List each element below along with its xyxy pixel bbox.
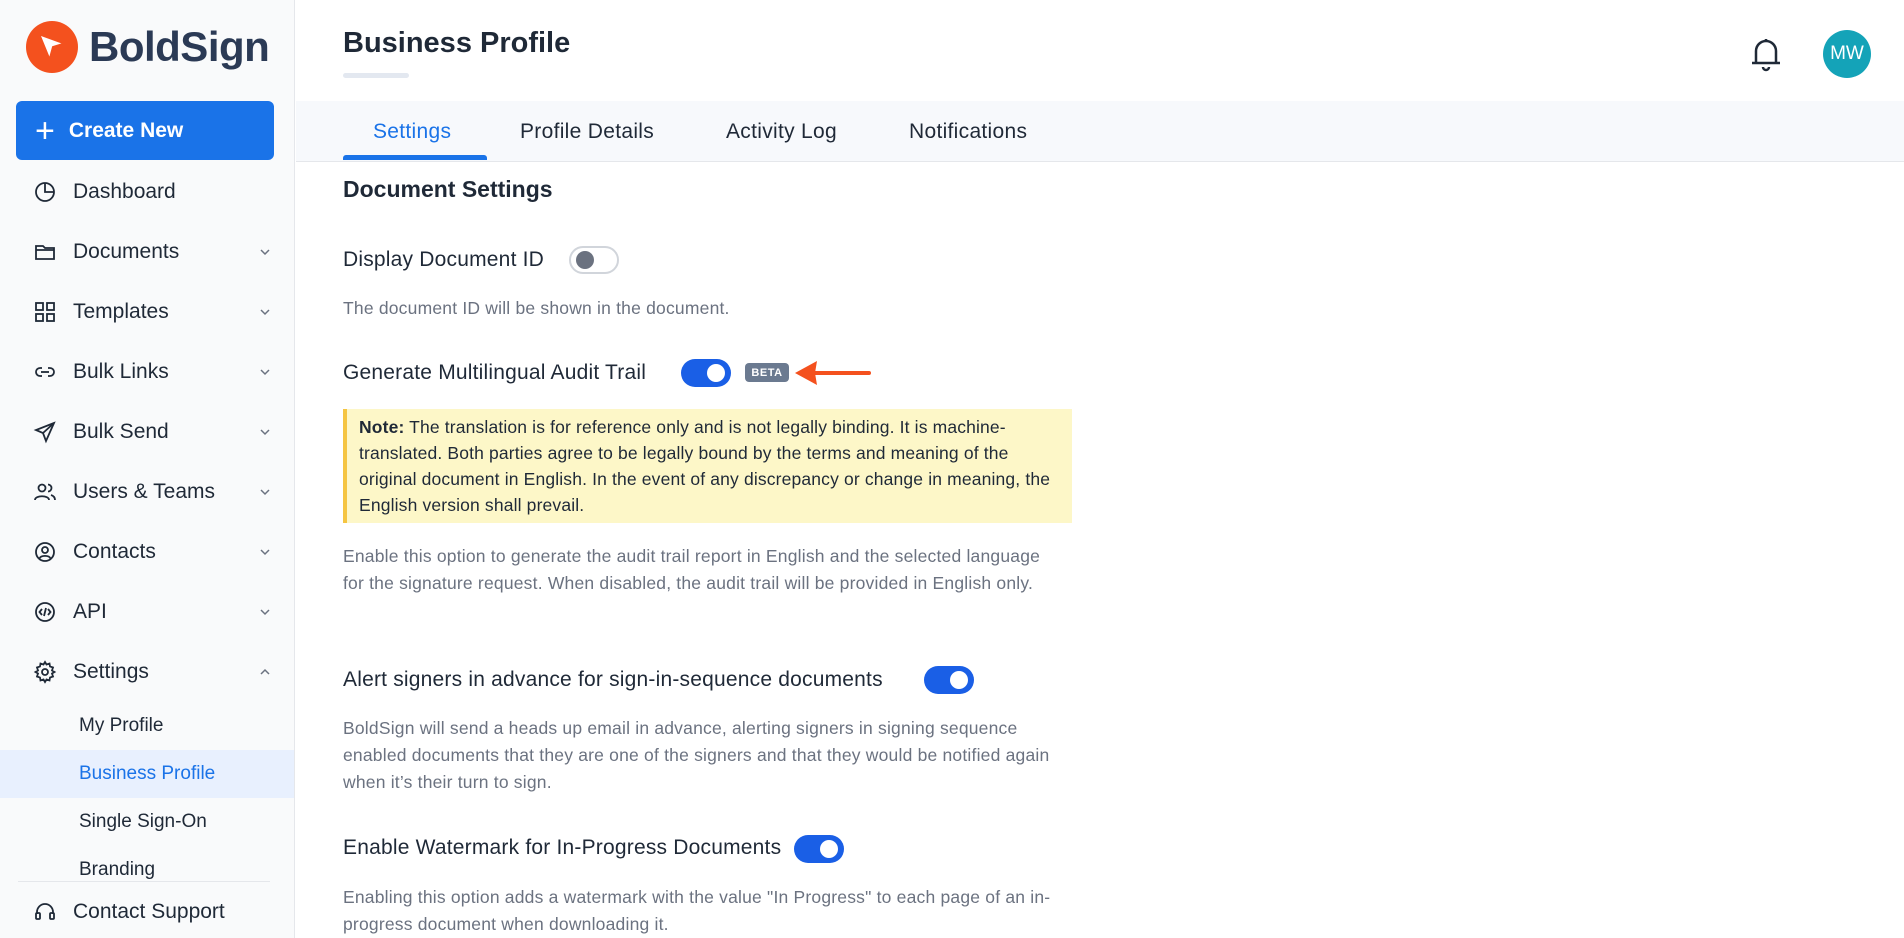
folder-icon (35, 245, 55, 260)
bell-icon[interactable] (1748, 34, 1784, 74)
note-text: The translation is for reference only an… (359, 417, 1051, 515)
multilingual-audit-trail-label: Generate Multilingual Audit Trail (343, 361, 647, 384)
toggle-knob (576, 251, 594, 269)
logo-icon (26, 21, 78, 73)
sidebar-item-settings[interactable]: Settings (0, 642, 294, 702)
sidebar-subitem-branding[interactable]: Branding (0, 846, 294, 894)
tab-notifications[interactable]: Notifications (909, 101, 1027, 162)
grid-icon (35, 302, 55, 322)
chevron-down-icon (260, 429, 270, 436)
contact-support-label: Contact Support (73, 900, 225, 923)
chevron-down-icon (260, 369, 270, 376)
multilingual-audit-trail-description: Enable this option to generate the audit… (343, 546, 1041, 593)
toggle-knob (820, 840, 838, 858)
contact-icon (35, 542, 55, 562)
sidebar-item-label: API (73, 600, 107, 623)
avatar[interactable]: MW (1823, 30, 1871, 78)
alert-signers-label: Alert signers in advance for sign-in-seq… (343, 668, 883, 691)
sidebar-item-templates[interactable]: Templates (0, 282, 294, 342)
note-prefix: Note: (359, 417, 405, 437)
sidebar-subitem-single-sign-on[interactable]: Single Sign-On (0, 798, 294, 846)
tab-activity-log[interactable]: Activity Log (726, 101, 837, 162)
sidebar-item-label: Settings (73, 660, 149, 683)
display-document-id-toggle[interactable] (569, 246, 619, 274)
tab-profile-details[interactable]: Profile Details (520, 101, 654, 162)
display-document-id-description: The document ID will be shown in the doc… (343, 298, 730, 318)
contact-support-button[interactable]: Contact Support (0, 888, 294, 936)
chevron-down-icon (260, 249, 270, 256)
sidebar-item-label: Bulk Links (73, 360, 169, 383)
sidebar-item-label: Dashboard (73, 180, 176, 203)
chevron-up-icon (260, 668, 270, 675)
plus-icon: + (35, 111, 55, 150)
sidebar-item-label: Documents (73, 240, 180, 263)
translation-note: Note: The translation is for reference o… (343, 409, 1072, 523)
title-underline (343, 73, 409, 78)
sidebar: BoldSign + Create New Dashboard Document… (0, 0, 295, 938)
beta-badge: BETA (745, 363, 789, 382)
toggle-knob (950, 671, 968, 689)
chevron-down-icon (260, 549, 270, 556)
alert-signers-description: BoldSign will send a heads up email in a… (343, 718, 1050, 792)
sidebar-item-label: Templates (73, 300, 169, 323)
pie-chart-icon (35, 182, 55, 202)
multilingual-audit-trail-toggle[interactable] (681, 359, 731, 387)
sidebar-item-documents[interactable]: Documents (0, 222, 294, 282)
sidebar-item-api[interactable]: API (0, 582, 294, 642)
sidebar-item-label: Bulk Send (73, 420, 169, 443)
send-icon (33, 421, 56, 444)
gear-icon (33, 660, 57, 684)
active-tab-indicator (343, 155, 487, 160)
sidebar-item-bulk-links[interactable]: Bulk Links (0, 342, 294, 402)
chevron-down-icon (260, 489, 270, 496)
sidebar-subitem-business-profile[interactable]: Business Profile (0, 750, 294, 798)
boldsign-logo[interactable]: BoldSign (26, 20, 270, 74)
sidebar-subitem-my-profile[interactable]: My Profile (0, 702, 294, 750)
section-title: Document Settings (343, 176, 553, 202)
tab-bar: Settings Profile Details Activity Log No… (296, 101, 1904, 162)
sidebar-item-users-teams[interactable]: Users & Teams (0, 462, 294, 522)
api-icon (35, 602, 55, 622)
tab-settings[interactable]: Settings (373, 101, 451, 162)
sidebar-divider (18, 881, 270, 882)
sidebar-item-label: Users & Teams (73, 480, 215, 503)
chevron-down-icon (260, 309, 270, 316)
sidebar-item-bulk-send[interactable]: Bulk Send (0, 402, 294, 462)
sidebar-nav: Dashboard Documents Templates Bulk Links… (0, 162, 294, 894)
alert-signers-toggle[interactable] (924, 666, 974, 694)
link-icon (35, 367, 55, 377)
watermark-label: Enable Watermark for In-Progress Documen… (343, 836, 782, 859)
users-icon (34, 483, 56, 501)
brand-name: BoldSign (89, 23, 270, 70)
arrow-left-icon (795, 361, 871, 385)
toggle-knob (707, 364, 725, 382)
chevron-down-icon (260, 609, 270, 616)
sidebar-item-dashboard[interactable]: Dashboard (0, 162, 294, 222)
create-new-button[interactable]: + Create New (16, 101, 274, 160)
watermark-description: Enabling this option adds a watermark wi… (343, 887, 1051, 934)
watermark-toggle[interactable] (794, 835, 844, 863)
sidebar-item-contacts[interactable]: Contacts (0, 522, 294, 582)
display-document-id-label: Display Document ID (343, 248, 545, 271)
headset-icon (35, 903, 55, 920)
page-title: Business Profile (343, 27, 571, 59)
sidebar-item-label: Contacts (73, 540, 156, 563)
create-new-label: Create New (68, 118, 184, 142)
